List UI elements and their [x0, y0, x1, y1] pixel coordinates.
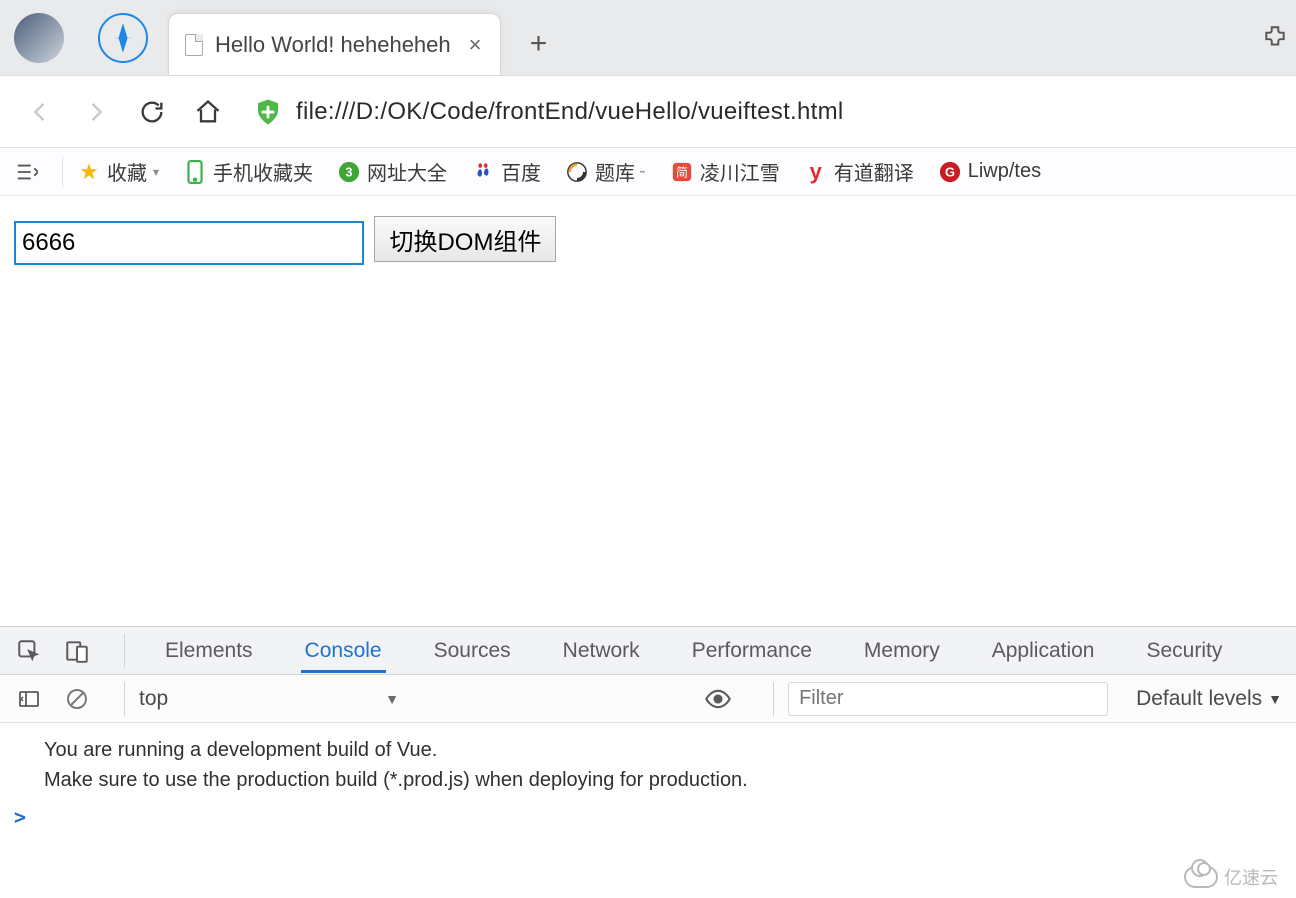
chevron-down-icon: ▾ [153, 165, 159, 179]
tab-network[interactable]: Network [559, 629, 644, 673]
inspect-icon[interactable] [14, 636, 44, 666]
baidu-icon [471, 160, 495, 184]
url-text[interactable]: file:///D:/OK/Code/frontEnd/vueHello/vue… [296, 98, 844, 126]
tab-console[interactable]: Console [301, 629, 386, 673]
filter-input[interactable] [788, 682, 1108, 716]
cloud-icon [1184, 866, 1218, 888]
chevron-down-icon: ▼ [385, 691, 399, 707]
watermark-text: 亿速云 [1224, 864, 1278, 890]
console-output[interactable]: You are running a development build of V… [0, 723, 1296, 898]
tab-memory[interactable]: Memory [860, 629, 944, 673]
device-toggle-icon[interactable] [62, 636, 92, 666]
svg-text:3: 3 [345, 164, 352, 179]
text-input[interactable] [14, 221, 364, 265]
log-levels-selector[interactable]: Default levels ▼ [1136, 687, 1282, 711]
home-button[interactable] [180, 84, 236, 140]
tab-elements[interactable]: Elements [161, 629, 257, 673]
forward-button[interactable] [68, 84, 124, 140]
page-content: 切换DOM组件 [0, 196, 1296, 285]
watermark: 亿速云 [1184, 864, 1278, 890]
browser-home-icon[interactable] [98, 13, 148, 63]
bookmark-item[interactable]: y 有道翻译 [804, 157, 914, 186]
tab-strip: Hello World! heheheheh × + [0, 0, 1296, 76]
separator [124, 634, 125, 668]
svg-text:简: 简 [676, 165, 688, 179]
extensions-icon[interactable] [1262, 24, 1288, 55]
console-sidebar-icon[interactable] [14, 684, 44, 714]
filter-box [788, 682, 1108, 716]
avatar[interactable] [14, 13, 64, 63]
back-button[interactable] [12, 84, 68, 140]
reload-button[interactable] [124, 84, 180, 140]
bookmark-favorites[interactable]: ★ 收藏 ▾ [77, 157, 159, 186]
bookmark-item[interactable]: 百度 [471, 157, 541, 186]
bookmark-label: 题库 [595, 157, 635, 186]
svg-text:G: G [945, 164, 955, 179]
separator [62, 157, 63, 187]
context-label: top [139, 687, 168, 711]
context-selector[interactable]: top ▼ [139, 687, 399, 711]
site-icon: 3 [337, 160, 361, 184]
tab-sources[interactable]: Sources [430, 629, 515, 673]
bookmarks-bar: ★ 收藏 ▾ 手机收藏夹 3 网址大全 百度 题库 - 简 凌川江雪 y 有道翻… [0, 148, 1296, 196]
youdao-icon: y [804, 160, 828, 184]
devtools-tab-bar: Elements Console Sources Network Perform… [0, 627, 1296, 675]
close-icon[interactable]: × [469, 32, 482, 58]
bookmark-item[interactable]: 简 凌川江雪 [670, 157, 780, 186]
bookmark-item[interactable]: 3 网址大全 [337, 157, 447, 186]
console-prompt[interactable]: > [14, 802, 26, 832]
console-line: Make sure to use the production build (*… [44, 765, 1284, 795]
bookmark-label: 手机收藏夹 [213, 157, 313, 186]
tab-performance[interactable]: Performance [688, 629, 816, 673]
chevron-down-icon: ▼ [1268, 691, 1282, 707]
bookmark-label: 有道翻译 [834, 157, 914, 186]
devtools-panel: Elements Console Sources Network Perform… [0, 626, 1296, 898]
tab-application[interactable]: Application [988, 629, 1099, 673]
bookmark-item[interactable]: 题库 - [565, 157, 646, 186]
bookmark-label: Liwp/tes [968, 160, 1041, 183]
security-shield-icon[interactable] [252, 96, 284, 128]
bookmark-item[interactable]: 手机收藏夹 [183, 157, 313, 186]
console-line: You are running a development build of V… [44, 735, 1284, 765]
bookmark-item[interactable]: G Liwp/tes [938, 160, 1041, 184]
bookmark-label: 收藏 [107, 157, 147, 186]
separator [773, 682, 774, 716]
sidebar-toggle-icon[interactable] [16, 163, 38, 181]
site-icon: 简 [670, 160, 694, 184]
site-icon [565, 160, 589, 184]
bookmark-label: 凌川江雪 [700, 157, 780, 186]
tab-title: Hello World! heheheheh [215, 32, 451, 58]
star-icon: ★ [77, 160, 101, 184]
bookmark-label: 网址大全 [367, 157, 447, 186]
toggle-dom-button[interactable]: 切换DOM组件 [374, 216, 556, 262]
bookmark-label: 百度 [501, 157, 541, 186]
nav-bar: file:///D:/OK/Code/frontEnd/vueHello/vue… [0, 76, 1296, 148]
console-toolbar: top ▼ Default levels ▼ [0, 675, 1296, 723]
separator [124, 682, 125, 716]
new-tab-button[interactable]: + [501, 13, 577, 75]
gitee-icon: G [938, 160, 962, 184]
browser-tab[interactable]: Hello World! heheheheh × [168, 13, 501, 75]
phone-icon [183, 160, 207, 184]
clear-console-icon[interactable] [62, 684, 92, 714]
live-expression-icon[interactable] [703, 684, 733, 714]
page-icon [185, 34, 203, 56]
levels-label: Default levels [1136, 687, 1262, 711]
bookmark-suffix: - [639, 160, 646, 183]
tab-security[interactable]: Security [1142, 629, 1226, 673]
